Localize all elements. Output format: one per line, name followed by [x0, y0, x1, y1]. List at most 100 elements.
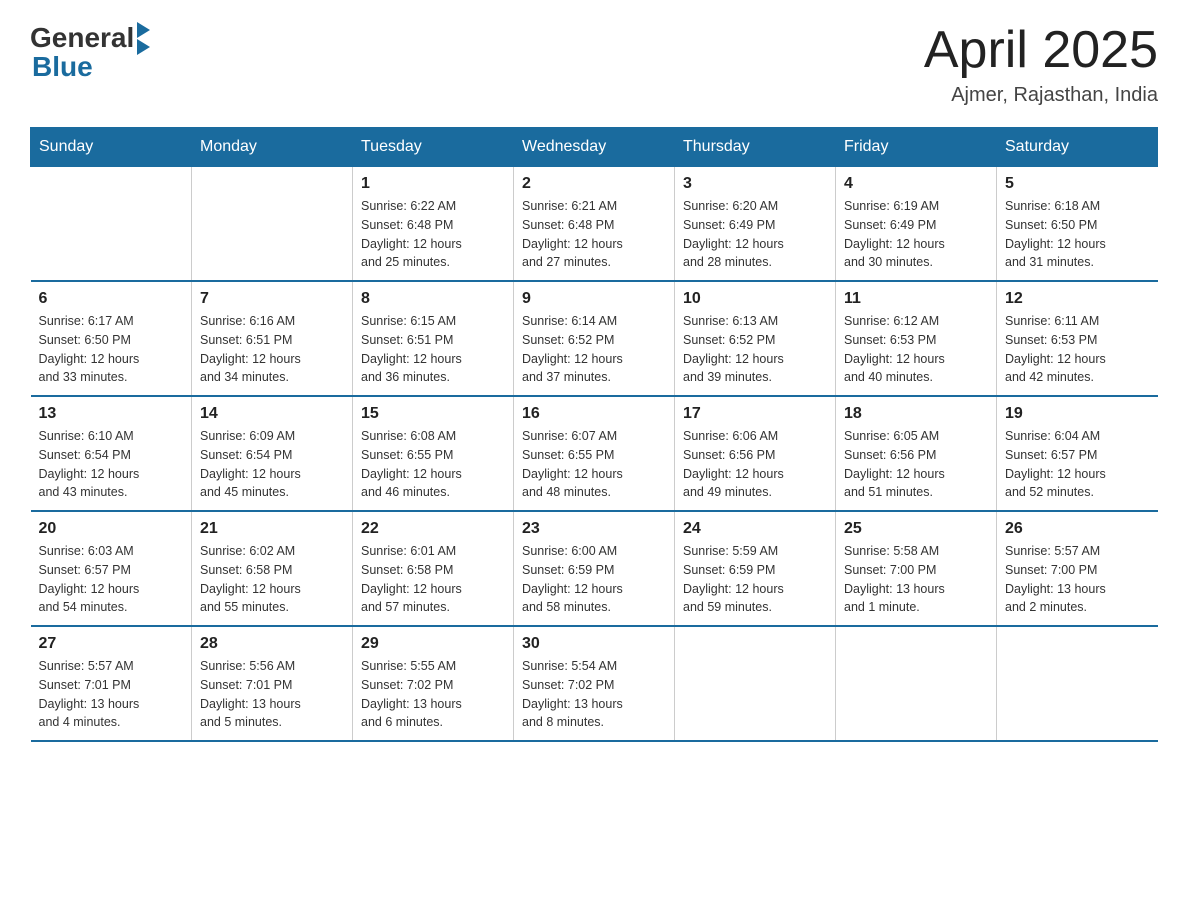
calendar-cell: 9Sunrise: 6:14 AM Sunset: 6:52 PM Daylig… [514, 281, 675, 396]
calendar-cell: 27 Sunrise: 5:57 AM Sunset: 7:01 PM Dayli… [31, 626, 192, 741]
col-header-thursday: Thursday [675, 128, 836, 167]
day-number: 10 [683, 290, 827, 308]
day-info: Sunrise: 6:18 AM Sunset: 6:50 PM Dayligh… [1005, 197, 1150, 272]
calendar-table: SundayMondayTuesdayWednesdayThursdayFrid… [30, 127, 1158, 742]
day-info: Sunrise: 6:08 AM Sunset: 6:55 PM Dayligh… [361, 427, 505, 502]
day-number: 19 [1005, 405, 1150, 423]
day-info: Sunrise: 6:05 AM Sunset: 6:56 PM Dayligh… [844, 427, 988, 502]
col-header-tuesday: Tuesday [353, 128, 514, 167]
day-info: Sunrise: 5:57 AM Sunset: 7:00 PM Dayligh… [1005, 542, 1150, 617]
calendar-cell: 7Sunrise: 6:16 AM Sunset: 6:51 PM Daylig… [192, 281, 353, 396]
col-header-sunday: Sunday [31, 128, 192, 167]
calendar-header-row: SundayMondayTuesdayWednesdayThursdayFrid… [31, 128, 1158, 167]
day-info: Sunrise: 6:13 AM Sunset: 6:52 PM Dayligh… [683, 312, 827, 387]
day-number: 18 [844, 405, 988, 423]
day-number: 27 [39, 635, 184, 653]
day-number: 5 [1005, 175, 1150, 193]
day-number: 2 [522, 175, 666, 193]
day-info: Sunrise: 6:10 AM Sunset: 6:54 PM Dayligh… [39, 427, 184, 502]
day-number: 28 [200, 635, 344, 653]
calendar-cell: 5 Sunrise: 6:18 AM Sunset: 6:50 PM Daylig… [997, 167, 1158, 282]
day-number: 11 [844, 290, 988, 308]
col-header-wednesday: Wednesday [514, 128, 675, 167]
day-number: 16 [522, 405, 666, 423]
day-number: 22 [361, 520, 505, 538]
day-info: Sunrise: 6:12 AM Sunset: 6:53 PM Dayligh… [844, 312, 988, 387]
logo: General Blue [30, 20, 150, 83]
day-number: 25 [844, 520, 988, 538]
day-number: 8 [361, 290, 505, 308]
day-info: Sunrise: 6:01 AM Sunset: 6:58 PM Dayligh… [361, 542, 505, 617]
col-header-friday: Friday [836, 128, 997, 167]
calendar-cell: 13 Sunrise: 6:10 AM Sunset: 6:54 PM Dayli… [31, 396, 192, 511]
calendar-cell: 24 Sunrise: 5:59 AM Sunset: 6:59 PM Dayli… [675, 511, 836, 626]
day-number: 4 [844, 175, 988, 193]
calendar-week-row: 1Sunrise: 6:22 AM Sunset: 6:48 PM Daylig… [31, 167, 1158, 282]
day-info: Sunrise: 6:09 AM Sunset: 6:54 PM Dayligh… [200, 427, 344, 502]
calendar-cell: 14 Sunrise: 6:09 AM Sunset: 6:54 PM Dayli… [192, 396, 353, 511]
day-number: 13 [39, 405, 184, 423]
calendar-cell: 15 Sunrise: 6:08 AM Sunset: 6:55 PM Dayli… [353, 396, 514, 511]
calendar-cell: 8 Sunrise: 6:15 AM Sunset: 6:51 PM Daylig… [353, 281, 514, 396]
calendar-cell: 2 Sunrise: 6:21 AM Sunset: 6:48 PM Daylig… [514, 167, 675, 282]
day-number: 24 [683, 520, 827, 538]
calendar-cell: 26Sunrise: 5:57 AM Sunset: 7:00 PM Dayli… [997, 511, 1158, 626]
title-block: April 2025 Ajmer, Rajasthan, India [924, 20, 1158, 107]
calendar-cell: 25 Sunrise: 5:58 AM Sunset: 7:00 PM Dayli… [836, 511, 997, 626]
day-info: Sunrise: 6:22 AM Sunset: 6:48 PM Dayligh… [361, 197, 505, 272]
day-info: Sunrise: 6:15 AM Sunset: 6:51 PM Dayligh… [361, 312, 505, 387]
calendar-cell: 28 Sunrise: 5:56 AM Sunset: 7:01 PM Dayli… [192, 626, 353, 741]
page-header: General Blue April 2025 Ajmer, Rajasthan… [30, 20, 1158, 107]
calendar-cell: 16 Sunrise: 6:07 AM Sunset: 6:55 PM Dayli… [514, 396, 675, 511]
calendar-week-row: 27 Sunrise: 5:57 AM Sunset: 7:01 PM Dayli… [31, 626, 1158, 741]
day-info: Sunrise: 6:03 AM Sunset: 6:57 PM Dayligh… [39, 542, 184, 617]
calendar-week-row: 13 Sunrise: 6:10 AM Sunset: 6:54 PM Dayli… [31, 396, 1158, 511]
logo-blue-text: Blue [32, 51, 93, 83]
day-info: Sunrise: 6:17 AM Sunset: 6:50 PM Dayligh… [39, 312, 184, 387]
location: Ajmer, Rajasthan, India [924, 84, 1158, 107]
day-info: Sunrise: 6:19 AM Sunset: 6:49 PM Dayligh… [844, 197, 988, 272]
day-number: 14 [200, 405, 344, 423]
day-info: Sunrise: 6:07 AM Sunset: 6:55 PM Dayligh… [522, 427, 666, 502]
calendar-cell [997, 626, 1158, 741]
day-info: Sunrise: 5:54 AM Sunset: 7:02 PM Dayligh… [522, 657, 666, 732]
day-info: Sunrise: 5:59 AM Sunset: 6:59 PM Dayligh… [683, 542, 827, 617]
day-info: Sunrise: 6:06 AM Sunset: 6:56 PM Dayligh… [683, 427, 827, 502]
day-info: Sunrise: 5:57 AM Sunset: 7:01 PM Dayligh… [39, 657, 184, 732]
day-info: Sunrise: 5:58 AM Sunset: 7:00 PM Dayligh… [844, 542, 988, 617]
calendar-cell [31, 167, 192, 282]
col-header-saturday: Saturday [997, 128, 1158, 167]
calendar-cell: 30 Sunrise: 5:54 AM Sunset: 7:02 PM Dayli… [514, 626, 675, 741]
day-number: 21 [200, 520, 344, 538]
calendar-week-row: 6 Sunrise: 6:17 AM Sunset: 6:50 PM Daylig… [31, 281, 1158, 396]
day-number: 7 [200, 290, 344, 308]
day-number: 17 [683, 405, 827, 423]
calendar-cell [192, 167, 353, 282]
col-header-monday: Monday [192, 128, 353, 167]
calendar-cell: 23 Sunrise: 6:00 AM Sunset: 6:59 PM Dayli… [514, 511, 675, 626]
day-info: Sunrise: 5:56 AM Sunset: 7:01 PM Dayligh… [200, 657, 344, 732]
day-number: 23 [522, 520, 666, 538]
day-number: 30 [522, 635, 666, 653]
calendar-week-row: 20 Sunrise: 6:03 AM Sunset: 6:57 PM Dayli… [31, 511, 1158, 626]
day-info: Sunrise: 6:21 AM Sunset: 6:48 PM Dayligh… [522, 197, 666, 272]
day-number: 20 [39, 520, 184, 538]
day-info: Sunrise: 6:11 AM Sunset: 6:53 PM Dayligh… [1005, 312, 1150, 387]
calendar-cell: 10 Sunrise: 6:13 AM Sunset: 6:52 PM Dayli… [675, 281, 836, 396]
calendar-cell [836, 626, 997, 741]
calendar-cell: 29Sunrise: 5:55 AM Sunset: 7:02 PM Dayli… [353, 626, 514, 741]
calendar-cell: 12 Sunrise: 6:11 AM Sunset: 6:53 PM Dayli… [997, 281, 1158, 396]
calendar-cell: 18 Sunrise: 6:05 AM Sunset: 6:56 PM Dayli… [836, 396, 997, 511]
day-number: 6 [39, 290, 184, 308]
calendar-cell: 3Sunrise: 6:20 AM Sunset: 6:49 PM Daylig… [675, 167, 836, 282]
day-number: 9 [522, 290, 666, 308]
day-info: Sunrise: 6:02 AM Sunset: 6:58 PM Dayligh… [200, 542, 344, 617]
day-number: 15 [361, 405, 505, 423]
calendar-cell: 22 Sunrise: 6:01 AM Sunset: 6:58 PM Dayli… [353, 511, 514, 626]
day-info: Sunrise: 6:00 AM Sunset: 6:59 PM Dayligh… [522, 542, 666, 617]
calendar-cell: 20 Sunrise: 6:03 AM Sunset: 6:57 PM Dayli… [31, 511, 192, 626]
calendar-cell: 1Sunrise: 6:22 AM Sunset: 6:48 PM Daylig… [353, 167, 514, 282]
calendar-cell [675, 626, 836, 741]
day-number: 3 [683, 175, 827, 193]
day-number: 12 [1005, 290, 1150, 308]
